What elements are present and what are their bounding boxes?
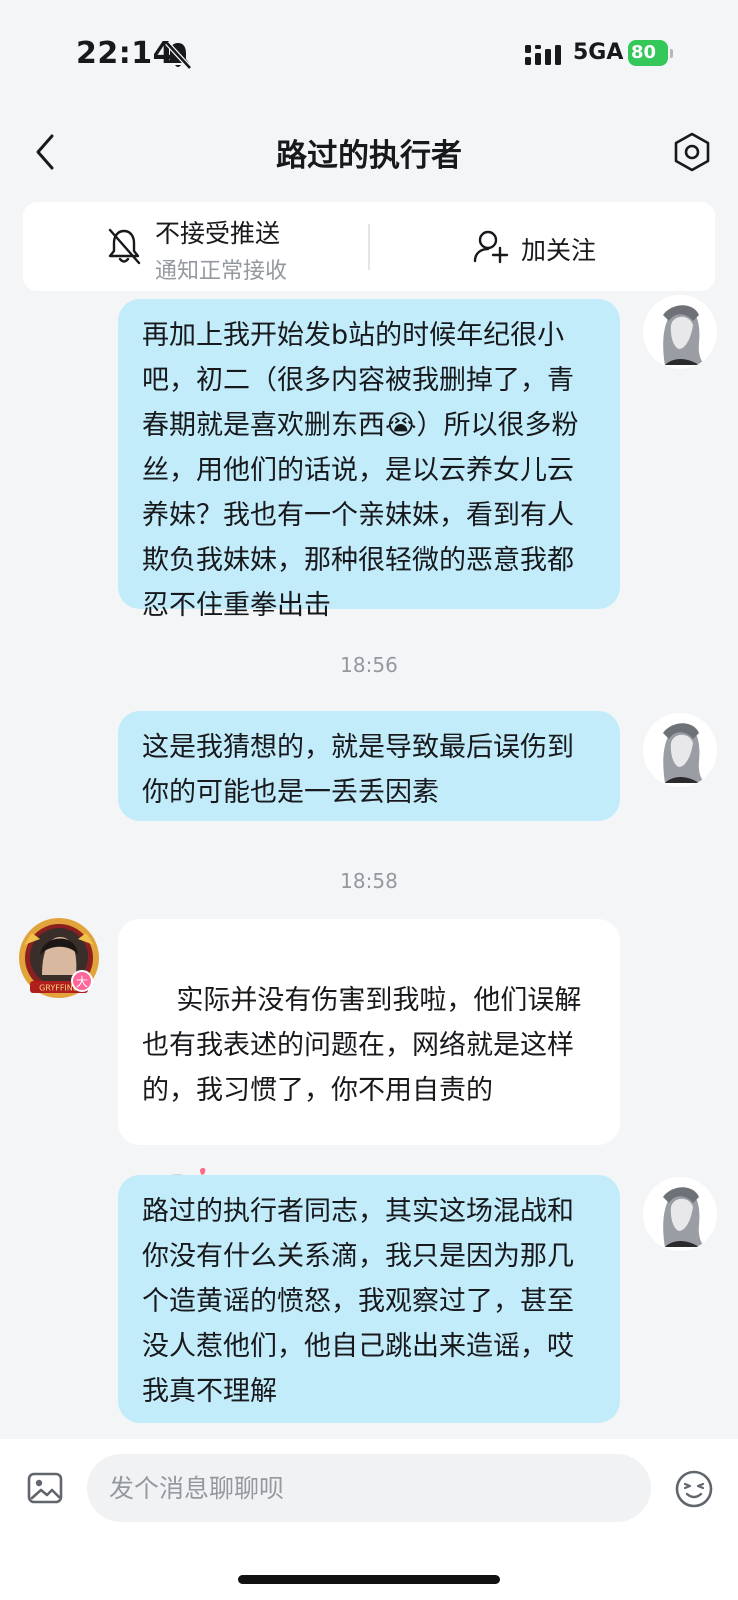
- signal-icon: [525, 45, 561, 65]
- status-bar: 22:14 5GA 80: [0, 0, 738, 100]
- vip-badge-text: 大: [76, 975, 88, 989]
- page-title: 路过的执行者: [276, 138, 462, 174]
- battery-icon: 80: [628, 40, 674, 68]
- other-user-avatar[interactable]: GRYFFIND 大: [16, 915, 102, 1001]
- my-avatar-image: [643, 295, 717, 369]
- network-type: 5GA: [573, 40, 624, 65]
- message-bubble-sent[interactable]: 路过的执行者同志，其实这场混战和你没有什么关系滴，我只是因为那几个造黄谣的愤怒，…: [118, 1175, 620, 1423]
- message-bubble-sent[interactable]: 再加上我开始发b站的时候年纪很小吧，初二（很多内容被我删掉了，青春期就是喜欢删东…: [118, 299, 620, 621]
- follow-label: 加关注: [521, 236, 597, 265]
- battery-level: 80: [628, 40, 668, 66]
- bell-off-icon: [165, 41, 192, 70]
- my-avatar-image: [643, 1177, 717, 1251]
- mute-push-button[interactable]: 不接受推送 通知正常接收: [23, 202, 368, 291]
- my-avatar[interactable]: [643, 713, 717, 787]
- my-avatar[interactable]: [643, 295, 717, 369]
- image-picker-icon[interactable]: [26, 1469, 64, 1507]
- avatar-frame-image: GRYFFIND 大: [19, 918, 99, 998]
- my-avatar[interactable]: [643, 1177, 717, 1251]
- message-bubble-sent[interactable]: 这是我猜想的，就是导致最后误伤到你的可能也是一丢丢因素: [118, 711, 620, 821]
- chat-area[interactable]: 再加上我开始发b站的时候年纪很小吧，初二（很多内容被我删掉了，青春期就是喜欢删东…: [0, 291, 738, 1439]
- my-avatar-image: [643, 713, 717, 787]
- home-indicator: [238, 1575, 500, 1584]
- status-time: 22:14: [76, 36, 174, 71]
- message-bubble-received[interactable]: 实际并没有伤害到我啦，他们误解也有我表述的问题在，网络就是这样的，我习惯了，你不…: [118, 919, 620, 1232]
- message-timestamp: 18:58: [340, 869, 398, 893]
- mute-subtitle: 通知正常接收: [155, 259, 288, 284]
- nav-bar: 路过的执行者: [0, 112, 738, 192]
- message-text: 实际并没有伤害到我啦，他们误解也有我表述的问题在，网络就是这样的，我习惯了，你不…: [142, 985, 582, 1106]
- bell-mute-icon: [108, 228, 141, 265]
- battery-tip: [670, 49, 673, 58]
- follow-card: 不接受推送 通知正常接收 加关注: [23, 202, 715, 291]
- add-user-icon: [473, 230, 509, 264]
- emoji-icon[interactable]: [674, 1469, 714, 1509]
- message-input[interactable]: [87, 1454, 651, 1522]
- follow-button[interactable]: 加关注: [370, 202, 715, 291]
- mute-title: 不接受推送: [155, 219, 281, 248]
- input-bar: [0, 1439, 738, 1600]
- settings-icon[interactable]: [672, 132, 712, 172]
- message-timestamp: 18:56: [340, 653, 398, 677]
